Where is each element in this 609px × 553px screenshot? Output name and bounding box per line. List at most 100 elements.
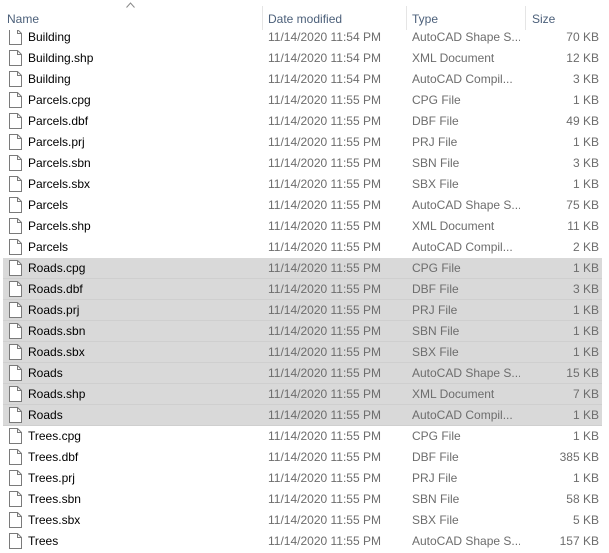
file-icon [9, 344, 22, 360]
file-name: Roads.cpg [28, 261, 86, 275]
file-icon [9, 155, 22, 171]
file-type: PRJ File [412, 303, 458, 317]
file-size: 3 KB [572, 72, 599, 86]
file-date-modified: 11/14/2020 11:55 PM [268, 219, 381, 233]
column-header-name[interactable]: Name [7, 0, 261, 30]
file-type: PRJ File [412, 135, 458, 149]
file-date-modified: 11/14/2020 11:55 PM [268, 303, 381, 317]
file-size: 1 KB [572, 408, 599, 422]
file-type: SBX File [412, 345, 459, 359]
file-date-modified: 11/14/2020 11:55 PM [268, 450, 381, 464]
file-type: CPG File [412, 261, 461, 275]
file-row[interactable]: Trees 11/14/2020 11:55 PM AutoCAD Shape S.… [0, 531, 609, 552]
file-date-modified: 11/14/2020 11:55 PM [268, 114, 381, 128]
file-size: 75 KB [566, 198, 599, 212]
file-icon [9, 260, 22, 276]
file-name: Trees.sbn [28, 492, 81, 506]
column-header-type[interactable]: Type [412, 0, 522, 30]
file-size: 1 KB [572, 345, 599, 359]
file-row[interactable]: Trees.dbf 11/14/2020 11:55 PM DBF File 385 … [0, 447, 609, 468]
file-date-modified: 11/14/2020 11:55 PM [268, 429, 381, 443]
file-row[interactable]: Trees.prj 11/14/2020 11:55 PM PRJ File 1 KB [0, 468, 609, 489]
file-icon [9, 50, 22, 66]
file-icon [9, 239, 22, 255]
file-name: Parcels.cpg [28, 93, 91, 107]
file-row[interactable]: Roads.sbn 11/14/2020 11:55 PM SBN File 1 KB [0, 321, 609, 342]
column-header-date[interactable]: Date modified [268, 0, 404, 30]
column-divider[interactable] [406, 6, 407, 30]
file-name: Roads.prj [28, 303, 80, 317]
file-type: DBF File [412, 114, 459, 128]
file-row[interactable]: Roads 11/14/2020 11:55 PM AutoCAD Compil..… [0, 405, 609, 426]
file-type: XML Document [412, 51, 495, 65]
file-row[interactable]: Trees.sbx 11/14/2020 11:55 PM SBX File 5 KB [0, 510, 609, 531]
file-icon [9, 428, 22, 444]
file-date-modified: 11/14/2020 11:55 PM [268, 492, 381, 506]
file-row[interactable]: Roads.sbx 11/14/2020 11:55 PM SBX File 1 KB [0, 342, 609, 363]
file-row[interactable]: Roads.shp 11/14/2020 11:55 PM XML Document… [0, 384, 609, 405]
file-row[interactable]: Roads.prj 11/14/2020 11:55 PM PRJ File 1 KB [0, 300, 609, 321]
file-date-modified: 11/14/2020 11:55 PM [268, 345, 381, 359]
file-icon [9, 491, 22, 507]
file-icon [9, 113, 22, 129]
file-size: 1 KB [572, 471, 599, 485]
column-divider[interactable] [525, 6, 526, 30]
file-size: 1 KB [572, 303, 599, 317]
file-row[interactable]: Trees.cpg 11/14/2020 11:55 PM CPG File 1 KB [0, 426, 609, 447]
file-row[interactable]: Building 11/14/2020 11:54 PM AutoCAD Compi… [0, 69, 609, 90]
file-size: 157 KB [559, 534, 599, 548]
file-name: Parcels [28, 240, 69, 254]
file-row[interactable]: Parcels.dbf 11/14/2020 11:55 PM DBF File 49… [0, 111, 609, 132]
file-date-modified: 11/14/2020 11:55 PM [268, 408, 381, 422]
file-type: AutoCAD Compil... [412, 240, 513, 254]
file-type: CPG File [412, 93, 461, 107]
file-icon [9, 407, 22, 423]
file-name: Trees.dbf [28, 450, 79, 464]
file-name: Trees.prj [28, 471, 75, 485]
file-size: 12 KB [566, 51, 599, 65]
file-type: AutoCAD Shape S... [412, 198, 520, 212]
file-row[interactable]: Roads 11/14/2020 11:55 PM AutoCAD Shape S.… [0, 363, 609, 384]
file-name: Roads [28, 366, 63, 380]
file-type: XML Document [412, 219, 495, 233]
file-row[interactable]: Building 11/14/2020 11:54 PM AutoCAD Shape… [0, 27, 609, 48]
file-name: Parcels.shp [28, 219, 91, 233]
file-name: Roads [28, 408, 63, 422]
file-date-modified: 11/14/2020 11:55 PM [268, 534, 381, 548]
file-icon [9, 302, 22, 318]
file-row[interactable]: Building.shp 11/14/2020 11:54 PM XML Docum… [0, 48, 609, 69]
file-row[interactable]: Parcels 11/14/2020 11:55 PM AutoCAD Compil… [0, 237, 609, 258]
file-icon [9, 470, 22, 486]
file-type: CPG File [412, 429, 461, 443]
file-type: SBX File [412, 177, 459, 191]
file-row[interactable]: Roads.dbf 11/14/2020 11:55 PM DBF File 3 KB [0, 279, 609, 300]
file-row[interactable]: Parcels.shp 11/14/2020 11:55 PM XML Docume… [0, 216, 609, 237]
file-icon [9, 512, 22, 528]
file-icon [9, 386, 22, 402]
file-date-modified: 11/14/2020 11:55 PM [268, 282, 381, 296]
file-icon [9, 71, 22, 87]
file-row[interactable]: Roads.cpg 11/14/2020 11:55 PM CPG File 1 KB [0, 258, 609, 279]
file-icon [9, 533, 22, 549]
file-size: 58 KB [566, 492, 599, 506]
file-name: Building [28, 30, 71, 44]
file-row[interactable]: Parcels.cpg 11/14/2020 11:55 PM CPG File 1 … [0, 90, 609, 111]
file-icon [9, 92, 22, 108]
file-size: 2 KB [572, 240, 599, 254]
column-divider[interactable] [262, 6, 263, 30]
file-name: Trees.cpg [28, 429, 81, 443]
file-type: XML Document [412, 387, 495, 401]
file-type: AutoCAD Shape S... [412, 534, 520, 548]
file-icon [9, 134, 22, 150]
file-row[interactable]: Parcels.prj 11/14/2020 11:55 PM PRJ File 1 … [0, 132, 609, 153]
file-type: SBN File [412, 156, 460, 170]
file-type: AutoCAD Shape S... [412, 30, 520, 44]
file-row[interactable]: Parcels 11/14/2020 11:55 PM AutoCAD Shape … [0, 195, 609, 216]
file-size: 70 KB [566, 30, 599, 44]
column-header-size[interactable]: Size [532, 0, 602, 30]
file-size: 1 KB [572, 135, 599, 149]
file-row[interactable]: Trees.sbn 11/14/2020 11:55 PM SBN File 58 K… [0, 489, 609, 510]
file-row[interactable]: Parcels.sbn 11/14/2020 11:55 PM SBN File 3 … [0, 153, 609, 174]
file-row[interactable]: Parcels.sbx 11/14/2020 11:55 PM SBX File 1 … [0, 174, 609, 195]
file-name: Building.shp [28, 51, 94, 65]
